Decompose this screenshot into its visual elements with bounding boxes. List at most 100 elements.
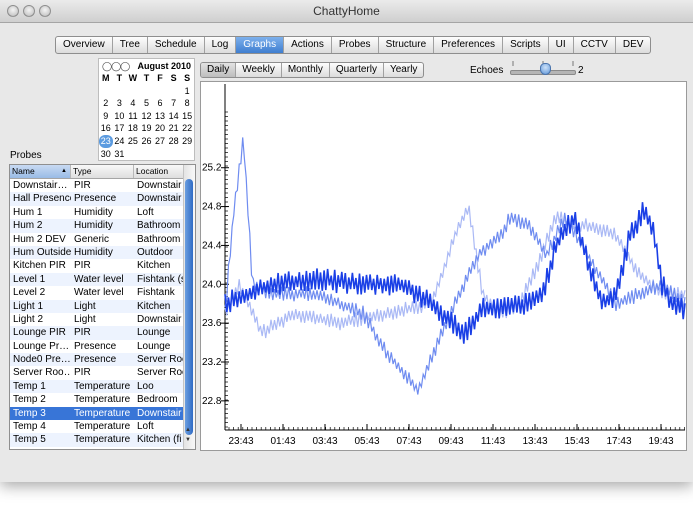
- calendar-day[interactable]: 4: [126, 97, 140, 110]
- probes-table[interactable]: Name ▲ Type Location Downstair… PIR Downst…: [9, 164, 196, 450]
- probe-location-cell: Server Roc: [137, 354, 184, 366]
- table-row[interactable]: Kitchen PIR PIR Kitchen: [10, 259, 184, 272]
- tab-log[interactable]: Log: [205, 37, 237, 53]
- table-row[interactable]: Hum 2 DEV Generic Bathroom: [10, 233, 184, 246]
- calendar-day[interactable]: 23: [99, 134, 113, 148]
- calendar-day[interactable]: 5: [140, 97, 154, 110]
- period-tab-daily[interactable]: Daily: [201, 63, 237, 77]
- calendar-day[interactable]: 15: [180, 110, 194, 123]
- period-tab-quarterly[interactable]: Quarterly: [330, 63, 384, 77]
- calendar-day[interactable]: 19: [140, 122, 154, 135]
- y-tick-label: 24.8: [202, 202, 222, 213]
- column-header-location[interactable]: Location: [134, 165, 184, 178]
- x-tick-label: 07:43: [396, 436, 421, 447]
- scroll-down-icon[interactable]: ▼: [185, 437, 191, 443]
- table-row[interactable]: Level 2 Water level Fishtank: [10, 286, 184, 299]
- calendar-day-header: S: [184, 73, 191, 83]
- temperature-graph[interactable]: 25.2 24.8 24.4 24.0 23.6 23.2 22.8 23:43 01:43 03…: [200, 81, 687, 451]
- period-tab-yearly[interactable]: Yearly: [384, 63, 423, 77]
- echoes-slider-knob[interactable]: [539, 63, 551, 75]
- calendar-day[interactable]: 27: [153, 135, 167, 148]
- table-row[interactable]: Lounge PIR PIR Lounge: [10, 326, 184, 340]
- probe-type-cell: PIR: [74, 180, 91, 191]
- calendar-day[interactable]: 13: [153, 110, 167, 123]
- probe-location-cell: Outdoor: [137, 246, 174, 258]
- table-row[interactable]: Hall Presence Presence Downstair: [10, 192, 184, 206]
- tab-cctv[interactable]: CCTV: [574, 37, 616, 53]
- calendar-nav-buttons[interactable]: ◯◯◯: [102, 61, 130, 72]
- calendar-empty-cell: [180, 148, 194, 161]
- calendar-day[interactable]: 2: [99, 97, 113, 110]
- calendar-day[interactable]: 16: [99, 122, 113, 135]
- table-row[interactable]: Hum 1 Humidity Loft: [10, 206, 184, 219]
- date-picker-calendar[interactable]: ◯◯◯ August 2010 M T W T F S S 1 2 3 4 5 6 7 8 9 10 11 12 13…: [98, 58, 195, 161]
- calendar-day[interactable]: 8: [180, 97, 194, 110]
- calendar-day[interactable]: 30: [99, 148, 113, 161]
- table-header: Name ▲ Type Location: [10, 165, 184, 179]
- table-row[interactable]: Server Roo… PIR Server Roc: [10, 366, 184, 379]
- tab-graphs[interactable]: Graphs: [236, 37, 285, 53]
- tab-tree[interactable]: Tree: [113, 37, 148, 53]
- tab-ui[interactable]: UI: [549, 37, 574, 53]
- probe-name-cell: Temp 3: [13, 407, 46, 419]
- calendar-empty-cell: [140, 148, 154, 161]
- calendar-day[interactable]: 17: [113, 122, 127, 135]
- table-row[interactable]: Temp 2 Temperature Bedroom: [10, 393, 184, 406]
- calendar-day[interactable]: 9: [99, 110, 113, 123]
- calendar-day[interactable]: 6: [153, 97, 167, 110]
- table-row[interactable]: Hum Outside Humidity Outdoor: [10, 245, 184, 260]
- probe-location-cell: Server Roc: [137, 367, 184, 379]
- probe-name-cell: Hum Outside: [13, 246, 71, 258]
- probe-name-cell: Level 1: [13, 273, 46, 285]
- scrollbar-thumb[interactable]: [185, 179, 193, 435]
- column-header-name[interactable]: Name ▲: [10, 165, 71, 178]
- calendar-day[interactable]: 25: [126, 135, 140, 148]
- tab-probes[interactable]: Probes: [332, 37, 379, 53]
- probe-location-cell: Lounge: [137, 340, 171, 352]
- calendar-day[interactable]: 10: [113, 110, 127, 123]
- table-row[interactable]: Node0 Pre… Presence Server Roc: [10, 353, 184, 367]
- probe-type-cell: Temperature: [74, 394, 131, 406]
- calendar-day[interactable]: 22: [180, 122, 194, 135]
- table-row[interactable]: Temp 5 Temperature Kitchen (fi: [10, 433, 184, 447]
- calendar-day[interactable]: 3: [113, 97, 127, 110]
- calendar-day[interactable]: 21: [167, 122, 181, 135]
- tab-schedule[interactable]: Schedule: [148, 37, 205, 53]
- calendar-day[interactable]: 14: [167, 110, 181, 123]
- calendar-day[interactable]: 31: [113, 148, 127, 161]
- table-row[interactable]: Light 1 Light Kitchen: [10, 299, 184, 313]
- tab-overview[interactable]: Overview: [56, 37, 113, 53]
- table-row[interactable]: Downstair… PIR Downstair: [10, 179, 184, 192]
- calendar-empty-cell: [153, 148, 167, 161]
- calendar-day[interactable]: 18: [126, 122, 140, 135]
- probe-name-cell: Downstair…: [13, 180, 68, 191]
- period-tab-monthly[interactable]: Monthly: [282, 63, 330, 77]
- tab-actions[interactable]: Actions: [284, 37, 332, 53]
- scroll-up-icon[interactable]: ▲: [185, 427, 191, 433]
- probe-type-cell: Water level: [74, 273, 124, 285]
- probe-name-cell: Light 1: [13, 300, 44, 312]
- calendar-day[interactable]: 7: [167, 97, 181, 110]
- calendar-day[interactable]: 29: [180, 135, 194, 148]
- calendar-day[interactable]: 12: [140, 110, 154, 123]
- tab-structure[interactable]: Structure: [379, 37, 435, 53]
- table-row[interactable]: Hum 2 Humidity Bathroom: [10, 219, 184, 233]
- table-row[interactable]: Temp 3 Temperature Downstair: [10, 406, 184, 421]
- calendar-day[interactable]: 20: [153, 122, 167, 135]
- table-row[interactable]: Temp 4 Temperature Loft: [10, 420, 184, 433]
- table-row[interactable]: Light 2 Light Downstair: [10, 313, 184, 326]
- tab-preferences[interactable]: Preferences: [434, 37, 504, 53]
- tab-dev[interactable]: DEV: [616, 37, 651, 53]
- calendar-day[interactable]: 26: [140, 135, 154, 148]
- table-row[interactable]: Lounge Pr… Presence Lounge: [10, 340, 184, 353]
- probes-scrollbar[interactable]: ▲ ▼: [183, 165, 195, 449]
- table-row[interactable]: Level 1 Water level Fishtank (s: [10, 272, 184, 287]
- column-header-type[interactable]: Type: [71, 165, 134, 178]
- calendar-day[interactable]: 24: [113, 135, 127, 148]
- calendar-day[interactable]: 1: [180, 85, 194, 98]
- table-row[interactable]: Temp 1 Temperature Loo: [10, 379, 184, 394]
- calendar-day[interactable]: 11: [126, 110, 140, 123]
- tab-scripts[interactable]: Scripts: [503, 37, 549, 53]
- calendar-day[interactable]: 28: [167, 135, 181, 148]
- period-tab-weekly[interactable]: Weekly: [236, 63, 282, 77]
